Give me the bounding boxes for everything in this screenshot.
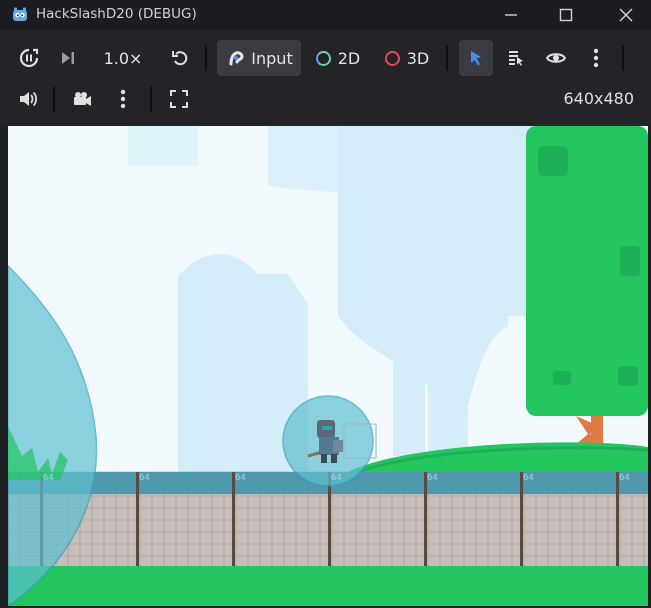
camera-options-button[interactable]	[111, 85, 135, 113]
select-mode-button[interactable]	[459, 40, 493, 76]
mute-button[interactable]	[14, 85, 42, 113]
reset-speed-button[interactable]	[166, 44, 194, 72]
close-button[interactable]	[612, 4, 640, 26]
video-camera-icon	[74, 92, 91, 106]
tile-size-label: 64	[139, 473, 150, 483]
eye-icon	[545, 53, 567, 63]
mode-3d-label: 3D	[406, 48, 430, 68]
toolbar-separator	[150, 86, 152, 112]
list-cursor-icon	[509, 51, 523, 66]
fence-post	[424, 472, 427, 566]
fence-post	[136, 472, 139, 566]
more-options-button[interactable]	[584, 44, 608, 72]
tile-size-label: 64	[331, 473, 342, 483]
input-label: Input	[251, 48, 293, 68]
minimize-icon	[505, 14, 517, 16]
window-title: HackSlashD20 (DEBUG)	[36, 6, 197, 22]
close-icon	[619, 8, 633, 22]
title-bar: HackSlashD20 (DEBUG)	[0, 0, 651, 30]
fullscreen-icon	[170, 90, 188, 108]
ground-tilemap	[8, 471, 648, 606]
list-select-button[interactable]	[502, 44, 530, 72]
tile-size-label: 64	[523, 473, 534, 483]
toolbar-separator	[622, 45, 624, 71]
kebab-menu-icon	[120, 89, 126, 109]
speed-selector[interactable]: 1.0×	[98, 44, 148, 72]
kebab-menu-icon	[593, 48, 599, 68]
minimize-button[interactable]	[497, 4, 525, 26]
cursor-arrow-icon	[471, 51, 481, 66]
mode-2d-ring-icon	[315, 50, 331, 66]
speaker-icon	[20, 91, 38, 107]
suspend-button[interactable]	[14, 44, 44, 72]
next-frame-icon	[62, 52, 74, 64]
tile-size-label: 64	[235, 473, 246, 483]
mode-2d-button[interactable]: 2D	[311, 44, 365, 72]
fence-post	[232, 472, 235, 566]
camera-button[interactable]	[68, 85, 96, 113]
toolbar-separator	[53, 86, 55, 112]
godot-app-icon	[13, 7, 27, 21]
fullscreen-button[interactable]	[165, 85, 193, 113]
fence-post	[616, 472, 619, 566]
maximize-button[interactable]	[552, 4, 580, 26]
game-scene	[8, 126, 648, 606]
mode-3d-button[interactable]: 3D	[380, 44, 434, 72]
resolution-label: 640x480	[563, 89, 634, 108]
toolbar-separator	[205, 45, 207, 71]
fence-post	[520, 472, 523, 566]
input-toggle-button[interactable]: Input	[217, 40, 301, 76]
tile-size-label: 64	[619, 473, 630, 483]
visibility-button[interactable]	[542, 44, 570, 72]
foreground-tree	[526, 126, 648, 446]
game-viewport[interactable]: 64 64 64 64 64 64 64	[8, 126, 648, 606]
next-frame-button[interactable]	[54, 44, 82, 72]
tile-size-label: 64	[43, 473, 54, 483]
tile-size-label: 64	[427, 473, 438, 483]
input-icon	[229, 51, 244, 66]
pause-resume-icon	[19, 48, 39, 68]
mode-3d-ring-icon	[384, 50, 400, 66]
undo-icon	[172, 51, 188, 66]
maximize-icon	[559, 8, 573, 22]
toolbar-separator	[446, 45, 448, 71]
mode-2d-label: 2D	[337, 48, 361, 68]
